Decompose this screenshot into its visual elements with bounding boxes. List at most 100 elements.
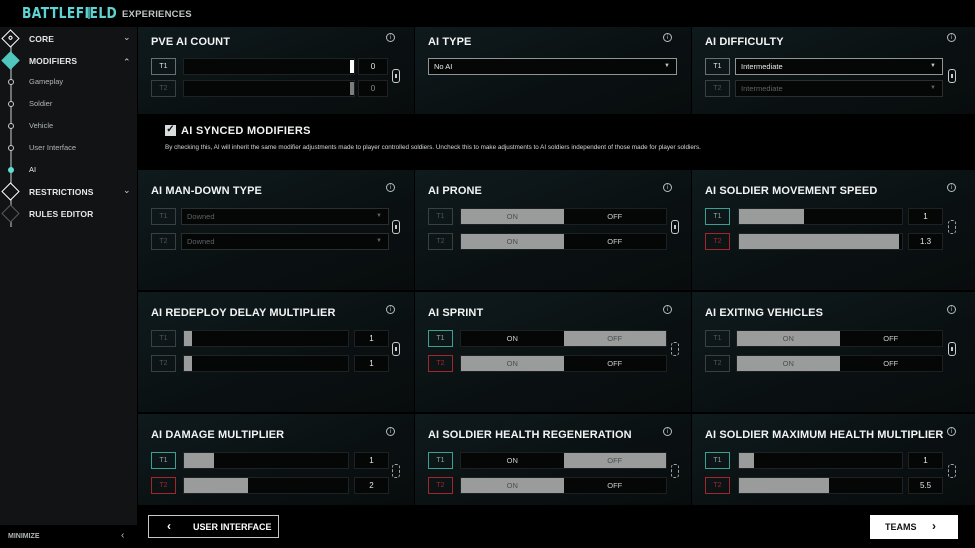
toggle-on[interactable]: ON (461, 478, 564, 493)
minimize-button[interactable]: MINIMIZE ‹ (0, 525, 137, 548)
sidebar-item-user-interface[interactable]: User Interface (0, 138, 137, 158)
toggle-off[interactable]: OFF (564, 478, 667, 493)
sidebar-item-rules-editor[interactable]: RULES EDITOR (0, 204, 137, 224)
t2-slider[interactable] (738, 233, 903, 250)
info-icon[interactable]: i (947, 427, 956, 436)
t2-value[interactable]: 5.5 (908, 477, 943, 494)
toggle-on[interactable]: ON (461, 209, 564, 224)
t1-health-regen-toggle[interactable]: ON OFF (460, 452, 667, 469)
link-icon[interactable] (948, 342, 956, 356)
info-icon[interactable]: i (663, 33, 672, 42)
unlink-icon[interactable] (948, 464, 956, 478)
t1-value[interactable]: 1 (354, 330, 389, 347)
info-icon[interactable]: i (386, 427, 395, 436)
ai-type-dropdown[interactable]: No AI ▼ (428, 58, 677, 75)
unlink-icon[interactable] (392, 464, 400, 478)
team-1-label: T1 (428, 452, 453, 469)
toggle-on[interactable]: ON (461, 356, 564, 371)
info-icon[interactable]: i (663, 183, 672, 192)
info-icon[interactable]: i (947, 305, 956, 314)
t2-prone-toggle[interactable]: ON OFF (460, 233, 667, 250)
link-icon[interactable] (392, 69, 400, 83)
toggle-off[interactable]: OFF (563, 331, 666, 346)
unlink-icon[interactable] (671, 464, 679, 478)
t2-exiting-vehicles-toggle[interactable]: ON OFF (736, 355, 943, 372)
t1-difficulty-dropdown[interactable]: Intermediate ▼ (735, 58, 943, 75)
t1-sprint-toggle[interactable]: ON OFF (460, 330, 667, 347)
caret-down-icon: ▼ (930, 85, 936, 91)
t2-slider[interactable] (183, 477, 349, 494)
t1-value[interactable]: 1 (908, 452, 943, 469)
next-teams-button[interactable]: TEAMS › (870, 515, 958, 539)
sidebar-item-ai[interactable]: AI (0, 160, 137, 180)
t1-exiting-vehicles-toggle[interactable]: ON OFF (736, 330, 943, 347)
team-2-label: T2 (705, 80, 730, 97)
chevron-down-icon: ⌄ (123, 185, 131, 195)
synced-modifiers-checkbox[interactable]: ✓ (165, 125, 176, 136)
info-icon[interactable]: i (386, 33, 395, 42)
t1-slider[interactable] (183, 58, 355, 75)
sidebar-item-soldier[interactable]: Soldier (0, 94, 137, 114)
info-icon[interactable]: i (386, 183, 395, 192)
t1-prone-toggle[interactable]: ON OFF (460, 208, 667, 225)
toggle-off[interactable]: OFF (563, 453, 666, 468)
t2-sprint-toggle[interactable]: ON OFF (460, 355, 667, 372)
sidebar-item-restrictions[interactable]: RESTRICTIONS ⌄ (0, 182, 137, 202)
synced-modifiers-description: By checking this, AI will inherit the sa… (165, 144, 701, 151)
sidebar-item-gameplay[interactable]: Gameplay (0, 72, 137, 92)
gear-icon (1, 29, 20, 48)
toggle-on[interactable]: ON (737, 356, 840, 371)
team-2-label: T2 (705, 355, 730, 372)
t1-slider[interactable] (738, 452, 903, 469)
t1-value[interactable]: 1 (354, 452, 389, 469)
slider-thumb[interactable] (350, 60, 354, 73)
chevron-left-icon: ‹ (121, 530, 125, 541)
t2-value[interactable]: 0 (358, 80, 388, 97)
info-icon[interactable]: i (947, 183, 956, 192)
t1-slider[interactable] (183, 452, 349, 469)
t2-difficulty-dropdown[interactable]: Intermediate ▼ (735, 80, 943, 97)
toggle-off[interactable]: OFF (564, 356, 667, 371)
tab-experiences[interactable]: EXPERIENCES (122, 9, 192, 20)
panel-ai-soldier-maximum-health-multiplier: AI SOLDIER MAXIMUM HEALTH MULTIPLIER i T… (692, 414, 975, 505)
t2-value[interactable]: 2 (354, 477, 389, 494)
t2-man-down-dropdown[interactable]: Downed ▼ (181, 233, 389, 250)
t2-value[interactable]: 1 (354, 355, 389, 372)
t1-slider[interactable] (738, 208, 903, 225)
slider-thumb[interactable] (350, 82, 354, 95)
link-icon[interactable] (392, 220, 400, 234)
info-icon[interactable]: i (386, 305, 395, 314)
t1-man-down-dropdown[interactable]: Downed ▼ (181, 208, 389, 225)
toggle-off[interactable]: OFF (840, 356, 943, 371)
t1-value[interactable]: 1 (908, 208, 943, 225)
toggle-on[interactable]: ON (461, 234, 564, 249)
t1-value[interactable]: 0 (358, 58, 388, 75)
sidebar-item-modifiers[interactable]: MODIFIERS ⌃ (0, 51, 137, 71)
info-icon[interactable]: i (663, 305, 672, 314)
t2-slider[interactable] (183, 80, 355, 97)
link-icon[interactable] (392, 342, 400, 356)
unlink-icon[interactable] (671, 342, 679, 356)
info-icon[interactable]: i (947, 33, 956, 42)
toggle-on[interactable]: ON (461, 331, 564, 346)
panel-title: AI MAN-DOWN TYPE (151, 185, 262, 197)
toggle-on[interactable]: ON (737, 331, 840, 346)
toggle-on[interactable]: ON (461, 453, 564, 468)
sidebar-item-vehicle[interactable]: Vehicle (0, 116, 137, 136)
unlink-icon[interactable] (948, 220, 956, 234)
t1-slider[interactable] (183, 330, 349, 347)
sidebar-item-label: User Interface (29, 143, 77, 152)
t2-slider[interactable] (183, 355, 349, 372)
t2-slider[interactable] (738, 477, 903, 494)
toggle-off[interactable]: OFF (840, 331, 943, 346)
sidebar-item-core[interactable]: CORE ⌄ (0, 29, 137, 49)
t2-health-regen-toggle[interactable]: ON OFF (460, 477, 667, 494)
back-user-interface-button[interactable]: ‹ USER INTERFACE (148, 515, 279, 538)
info-icon[interactable]: i (663, 427, 672, 436)
link-icon[interactable] (948, 69, 956, 83)
link-icon[interactable] (671, 220, 679, 234)
caret-down-icon: ▼ (376, 213, 382, 219)
toggle-off[interactable]: OFF (564, 234, 667, 249)
t2-value[interactable]: 1.3 (908, 233, 943, 250)
toggle-off[interactable]: OFF (564, 209, 667, 224)
